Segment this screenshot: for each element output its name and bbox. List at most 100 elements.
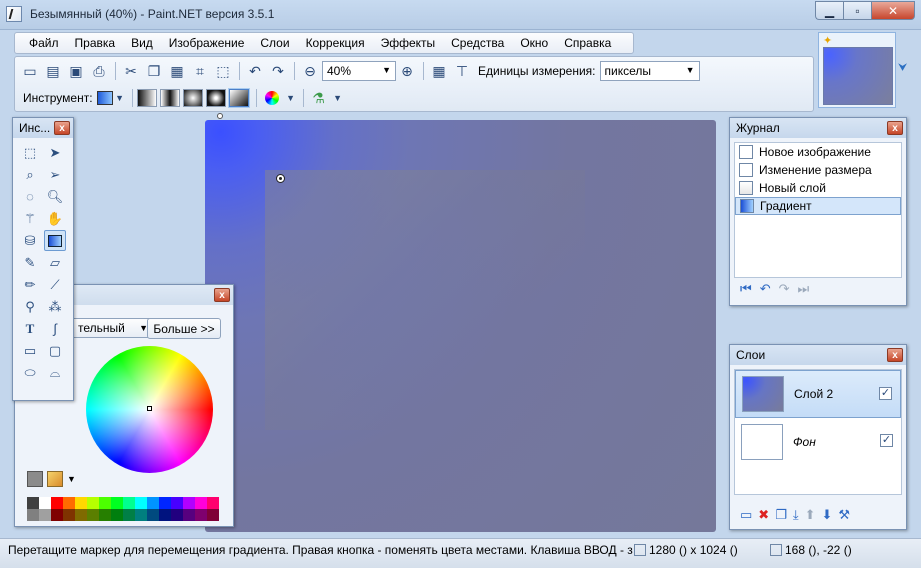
menu-file[interactable]: Файл xyxy=(21,36,67,50)
color-swatch[interactable] xyxy=(195,497,207,509)
history-header[interactable]: Журнал x xyxy=(730,118,906,138)
move-layer-up-icon[interactable]: ⬆ xyxy=(805,507,816,523)
color-swatch[interactable] xyxy=(99,509,111,521)
maximize-button[interactable]: ▫ xyxy=(843,1,871,20)
color-swatch[interactable] xyxy=(207,509,219,521)
layer-properties-icon[interactable]: ⚒ xyxy=(838,507,850,523)
color-swatch[interactable] xyxy=(135,509,147,521)
cut-icon[interactable]: ✂ xyxy=(120,60,142,82)
menu-image[interactable]: Изображение xyxy=(161,36,253,50)
merge-down-icon[interactable]: ⤓ xyxy=(793,507,799,523)
gradient-icon[interactable] xyxy=(44,230,66,251)
rewind-icon[interactable]: ⏮ xyxy=(740,281,752,297)
ellipse-select-icon[interactable]: ◌ xyxy=(19,186,41,207)
move-selected-icon[interactable]: ➤ xyxy=(44,142,66,163)
color-swatch[interactable] xyxy=(123,497,135,509)
color-swatch[interactable] xyxy=(183,509,195,521)
chevron-down-icon[interactable]: ▼ xyxy=(67,474,76,484)
layer-row[interactable]: Фон ✓ xyxy=(735,418,901,466)
deselect-icon[interactable]: ⬚ xyxy=(212,60,234,82)
color-swatch[interactable] xyxy=(27,497,39,509)
color-swatch[interactable] xyxy=(159,497,171,509)
app-icon[interactable] xyxy=(6,6,22,22)
color-swatch[interactable] xyxy=(75,509,87,521)
layer-visibility-checkbox[interactable]: ✓ xyxy=(880,434,893,447)
color-swatch[interactable] xyxy=(75,497,87,509)
reflected-gradient-button[interactable] xyxy=(159,89,180,107)
add-color-icon[interactable] xyxy=(27,471,43,487)
move-layer-down-icon[interactable]: ⬇ xyxy=(822,507,833,523)
rectangle-icon[interactable]: ▭ xyxy=(19,340,41,361)
redo-icon[interactable]: ↷ xyxy=(779,281,790,297)
conical-gradient-button[interactable] xyxy=(228,89,249,107)
magic-wand-icon[interactable]: ⚚ xyxy=(19,208,41,229)
freeform-shape-icon[interactable]: ⌓ xyxy=(44,362,66,383)
ruler-icon[interactable]: ⊤ xyxy=(451,60,473,82)
rounded-rectangle-icon[interactable]: ▢ xyxy=(44,340,66,361)
more-colors-button[interactable]: Больше >> xyxy=(147,318,221,339)
zoom-combo[interactable]: 40% ▼ xyxy=(322,61,396,81)
layer-row[interactable]: Слой 2 ✓ xyxy=(735,370,901,418)
chevron-down-icon[interactable]: ▼ xyxy=(113,87,127,109)
layer-visibility-checkbox[interactable]: ✓ xyxy=(879,387,892,400)
fast-forward-icon[interactable]: ⏭ xyxy=(798,281,810,297)
color-swatch[interactable] xyxy=(87,497,99,509)
zoom-icon[interactable]: 🔍︎ xyxy=(44,186,66,207)
menu-help[interactable]: Справка xyxy=(556,36,619,50)
color-swatch[interactable] xyxy=(183,497,195,509)
color-swatch[interactable] xyxy=(147,509,159,521)
chevron-down-icon[interactable]: ▼ xyxy=(331,87,345,109)
layers-header[interactable]: Слои x xyxy=(730,345,906,365)
linear-gradient-button[interactable] xyxy=(136,89,157,107)
color-swatch[interactable] xyxy=(195,509,207,521)
paste-icon[interactable]: ▦ xyxy=(166,60,188,82)
radial-gradient-button[interactable] xyxy=(205,89,226,107)
rectangle-select-icon[interactable]: ⬚ xyxy=(19,142,41,163)
history-item[interactable]: Новое изображение xyxy=(735,143,901,161)
color-swatch[interactable] xyxy=(39,509,51,521)
chevron-down-icon[interactable]: ▼ xyxy=(284,87,298,109)
close-icon[interactable]: x xyxy=(54,121,70,135)
color-swatch[interactable] xyxy=(147,497,159,509)
grid-icon[interactable]: ▦ xyxy=(428,60,450,82)
units-combo[interactable]: пикселы ▼ xyxy=(599,61,700,81)
tools-header[interactable]: Инс... x xyxy=(13,118,73,138)
image-thumbnail-tab[interactable]: ✦ xyxy=(818,32,896,108)
lasso-select-icon[interactable]: ⌕ xyxy=(19,164,41,185)
paint-bucket-icon[interactable]: ⛁ xyxy=(19,230,41,251)
copy-icon[interactable]: ❐ xyxy=(143,60,165,82)
add-layer-icon[interactable]: ▭ xyxy=(740,507,752,523)
menu-view[interactable]: Вид xyxy=(123,36,161,50)
history-item[interactable]: Изменение размера xyxy=(735,161,901,179)
color-swatch[interactable] xyxy=(63,509,75,521)
menu-adjustments[interactable]: Коррекция xyxy=(298,36,373,50)
close-icon[interactable]: x xyxy=(887,348,903,362)
color-swatch[interactable] xyxy=(123,509,135,521)
gradient-start-handle[interactable] xyxy=(217,113,223,119)
gradient-end-handle[interactable] xyxy=(276,174,285,183)
alpha-blending-icon[interactable]: ⚗ xyxy=(308,87,330,109)
close-icon[interactable]: x xyxy=(214,288,230,302)
menu-window[interactable]: Окно xyxy=(512,36,556,50)
history-item[interactable]: Новый слой xyxy=(735,179,901,197)
crop-icon[interactable]: ⌗ xyxy=(189,60,211,82)
eraser-icon[interactable]: ▱ xyxy=(44,252,66,273)
color-mode-icon[interactable] xyxy=(261,87,283,109)
close-icon[interactable]: x xyxy=(887,121,903,135)
menu-layers[interactable]: Слои xyxy=(252,36,297,50)
zoom-out-icon[interactable]: ⊖ xyxy=(299,60,321,82)
close-button[interactable]: ✕ xyxy=(871,1,915,20)
clone-stamp-icon[interactable]: ⚲ xyxy=(19,296,41,317)
undo-icon[interactable]: ↶ xyxy=(760,281,771,297)
color-swatch[interactable] xyxy=(159,509,171,521)
print-icon[interactable]: ⎙ xyxy=(88,60,110,82)
pencil-icon[interactable]: ✏ xyxy=(19,274,41,295)
ellipse-icon[interactable]: ⬭ xyxy=(19,362,41,383)
new-file-icon[interactable]: ▭ xyxy=(19,60,41,82)
open-folder-icon[interactable]: ▤ xyxy=(42,60,64,82)
menu-edit[interactable]: Правка xyxy=(67,36,124,50)
color-swatch[interactable] xyxy=(51,497,63,509)
move-selection-icon[interactable]: ➢ xyxy=(44,164,66,185)
color-swatch[interactable] xyxy=(39,497,51,509)
color-swatch[interactable] xyxy=(27,509,39,521)
